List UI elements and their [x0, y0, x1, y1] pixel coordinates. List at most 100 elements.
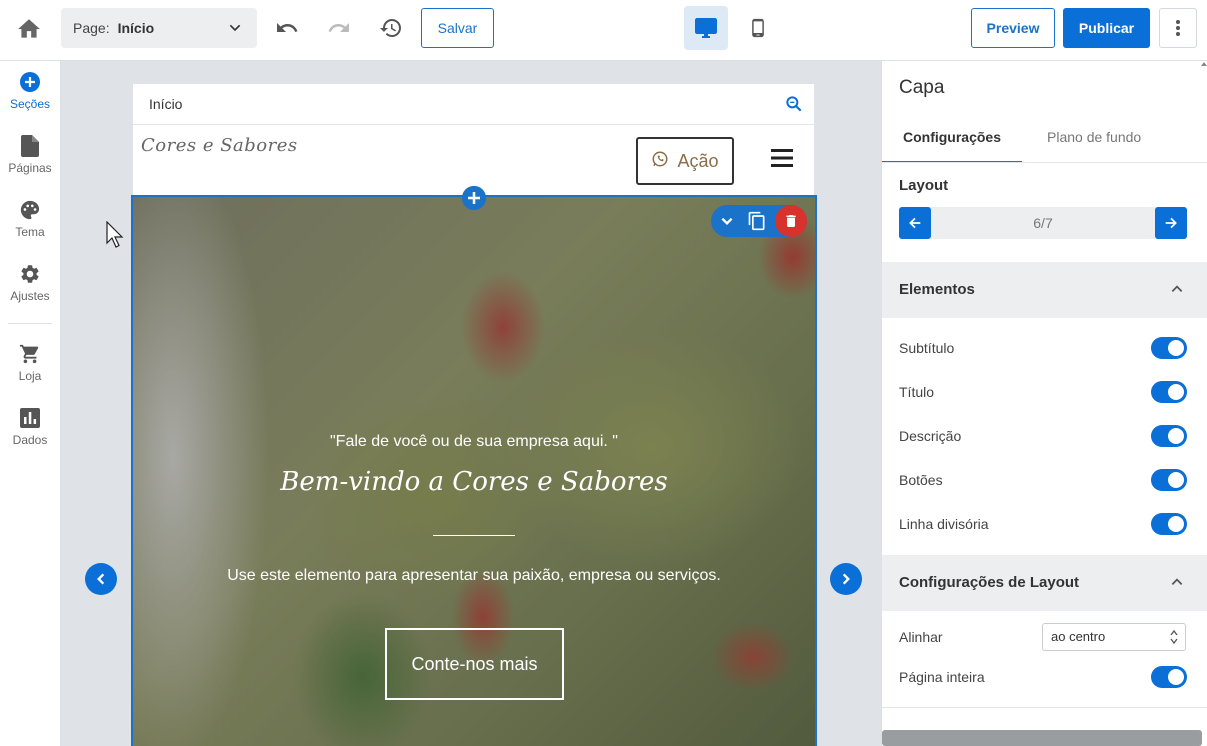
- left-navigation: Seções Páginas Tema Ajustes Loja Dados: [0, 61, 61, 746]
- element-row-linha-divisoria: Linha divisória: [899, 512, 1187, 536]
- hero-subtitle[interactable]: "Fale de você ou de sua empresa aqui. ": [133, 433, 815, 451]
- description-toggle[interactable]: [1151, 425, 1187, 447]
- nav-label: Seções: [9, 97, 51, 111]
- align-select[interactable]: ao centro: [1042, 623, 1186, 651]
- previous-layout-button[interactable]: [85, 563, 117, 595]
- nav-item-dados[interactable]: Dados: [0, 407, 60, 463]
- search-icon[interactable]: [784, 94, 804, 117]
- page-selector-value: Início: [117, 20, 155, 36]
- nav-label: Páginas: [8, 161, 52, 175]
- chevron-left-icon: [97, 573, 105, 585]
- hero-description[interactable]: Use este elemento para apresentar sua pa…: [133, 567, 815, 585]
- buttons-toggle[interactable]: [1151, 469, 1187, 491]
- panel-title: Capa: [899, 77, 945, 98]
- layout-stepper: 6/7: [899, 207, 1187, 239]
- mobile-icon: [752, 18, 764, 38]
- next-layout-button[interactable]: [830, 563, 862, 595]
- element-row-titulo: Título: [899, 380, 1187, 404]
- chevron-down-icon: [227, 20, 243, 39]
- element-label: Linha divisória: [899, 516, 989, 532]
- settings-panel: Capa Configurações Plano de fundo Layout…: [881, 61, 1207, 746]
- section-toolbar: [711, 205, 807, 237]
- undo-icon[interactable]: [274, 15, 300, 41]
- subtitle-toggle[interactable]: [1151, 337, 1187, 359]
- panel-divider: [882, 707, 1207, 708]
- more-vert-icon: [1176, 20, 1180, 36]
- save-button[interactable]: Salvar: [421, 8, 494, 48]
- chevron-up-icon: [1170, 575, 1184, 594]
- elements-group-title: Elementos: [899, 281, 975, 298]
- title-toggle[interactable]: [1151, 381, 1187, 403]
- element-row-botoes: Botões: [899, 468, 1187, 492]
- history-icon[interactable]: [378, 15, 404, 41]
- mobile-view-button[interactable]: [740, 6, 776, 50]
- action-button[interactable]: Ação: [636, 137, 734, 185]
- layout-value: 6/7: [1033, 215, 1053, 231]
- nav-label: Loja: [18, 369, 42, 383]
- element-row-descricao: Descrição: [899, 424, 1187, 448]
- layout-next-button[interactable]: [1155, 207, 1187, 239]
- element-label: Botões: [899, 472, 943, 488]
- divider-toggle[interactable]: [1151, 513, 1187, 535]
- nav-item-ajustes[interactable]: Ajustes: [0, 263, 60, 319]
- copy-icon[interactable]: [745, 209, 769, 233]
- nav-item-paginas[interactable]: Páginas: [0, 135, 60, 191]
- fullpage-toggle[interactable]: [1151, 666, 1187, 688]
- more-options-button[interactable]: [1159, 8, 1197, 48]
- nav-label: Ajustes: [10, 289, 50, 303]
- page-selector-label: Page:: [73, 20, 110, 36]
- hamburger-menu-icon[interactable]: [771, 149, 793, 172]
- hero-section[interactable]: "Fale de você ou de sua empresa aqui. " …: [131, 195, 817, 746]
- bar-chart-icon: [19, 407, 41, 429]
- publish-button[interactable]: Publicar: [1063, 8, 1150, 48]
- chevron-up-icon: [1170, 282, 1184, 301]
- vertical-scrollbar[interactable]: [1201, 61, 1207, 701]
- hero-divider: [433, 535, 515, 536]
- chevron-down-icon[interactable]: [715, 209, 739, 233]
- cart-icon: [19, 343, 41, 365]
- gear-icon: [19, 263, 41, 285]
- nav-item-secoes[interactable]: Seções: [0, 71, 60, 127]
- element-label: Subtítulo: [899, 340, 955, 356]
- elements-group-header[interactable]: Elementos: [882, 262, 1207, 318]
- preview-button[interactable]: Preview: [971, 8, 1055, 48]
- redo-icon[interactable]: [326, 15, 352, 41]
- home-icon[interactable]: [16, 16, 42, 42]
- element-label: Descrição: [899, 428, 962, 444]
- nav-label: Dados: [12, 433, 48, 447]
- fullpage-row: Página inteira: [899, 665, 1187, 689]
- hero-cta-button[interactable]: Conte-nos mais: [385, 628, 564, 700]
- trash-icon: [786, 215, 796, 227]
- element-row-subtitulo: Subtítulo: [899, 336, 1187, 360]
- page-icon: [19, 135, 41, 157]
- desktop-icon: [695, 18, 717, 38]
- tab-configuracoes[interactable]: Configurações: [882, 129, 1022, 163]
- horizontal-scrollbar[interactable]: [882, 730, 1202, 746]
- layout-label: Layout: [899, 177, 949, 194]
- element-label: Título: [899, 384, 935, 400]
- layout-config-group-header[interactable]: Configurações de Layout: [882, 555, 1207, 611]
- site-logo[interactable]: Cores e Sabores: [141, 135, 298, 156]
- delete-section-button[interactable]: [775, 205, 807, 237]
- nav-divider: [8, 323, 52, 324]
- action-button-label: Ação: [677, 150, 719, 171]
- page-selector[interactable]: Page: Início: [61, 8, 257, 48]
- palette-icon: [19, 199, 41, 221]
- plus-circle-icon: [19, 71, 41, 93]
- arrow-left-icon: [909, 217, 921, 229]
- layout-config-group-title: Configurações de Layout: [899, 574, 1080, 591]
- align-select-value: ao centro: [1051, 629, 1106, 644]
- site-page-bar: Início: [133, 84, 814, 125]
- hero-title[interactable]: Bem-vindo a Cores e Sabores: [133, 467, 815, 497]
- nav-item-tema[interactable]: Tema: [0, 199, 60, 255]
- add-section-icon[interactable]: [462, 186, 486, 210]
- layout-prev-button[interactable]: [899, 207, 931, 239]
- nav-item-loja[interactable]: Loja: [0, 343, 60, 399]
- desktop-view-button[interactable]: [684, 6, 728, 50]
- tab-plano-de-fundo[interactable]: Plano de fundo: [1047, 129, 1141, 145]
- fullpage-label: Página inteira: [899, 669, 985, 685]
- mouse-cursor-icon: [106, 220, 126, 254]
- spinner-arrows-icon: [1169, 627, 1179, 650]
- whatsapp-icon: [651, 150, 669, 173]
- align-label: Alinhar: [899, 629, 943, 645]
